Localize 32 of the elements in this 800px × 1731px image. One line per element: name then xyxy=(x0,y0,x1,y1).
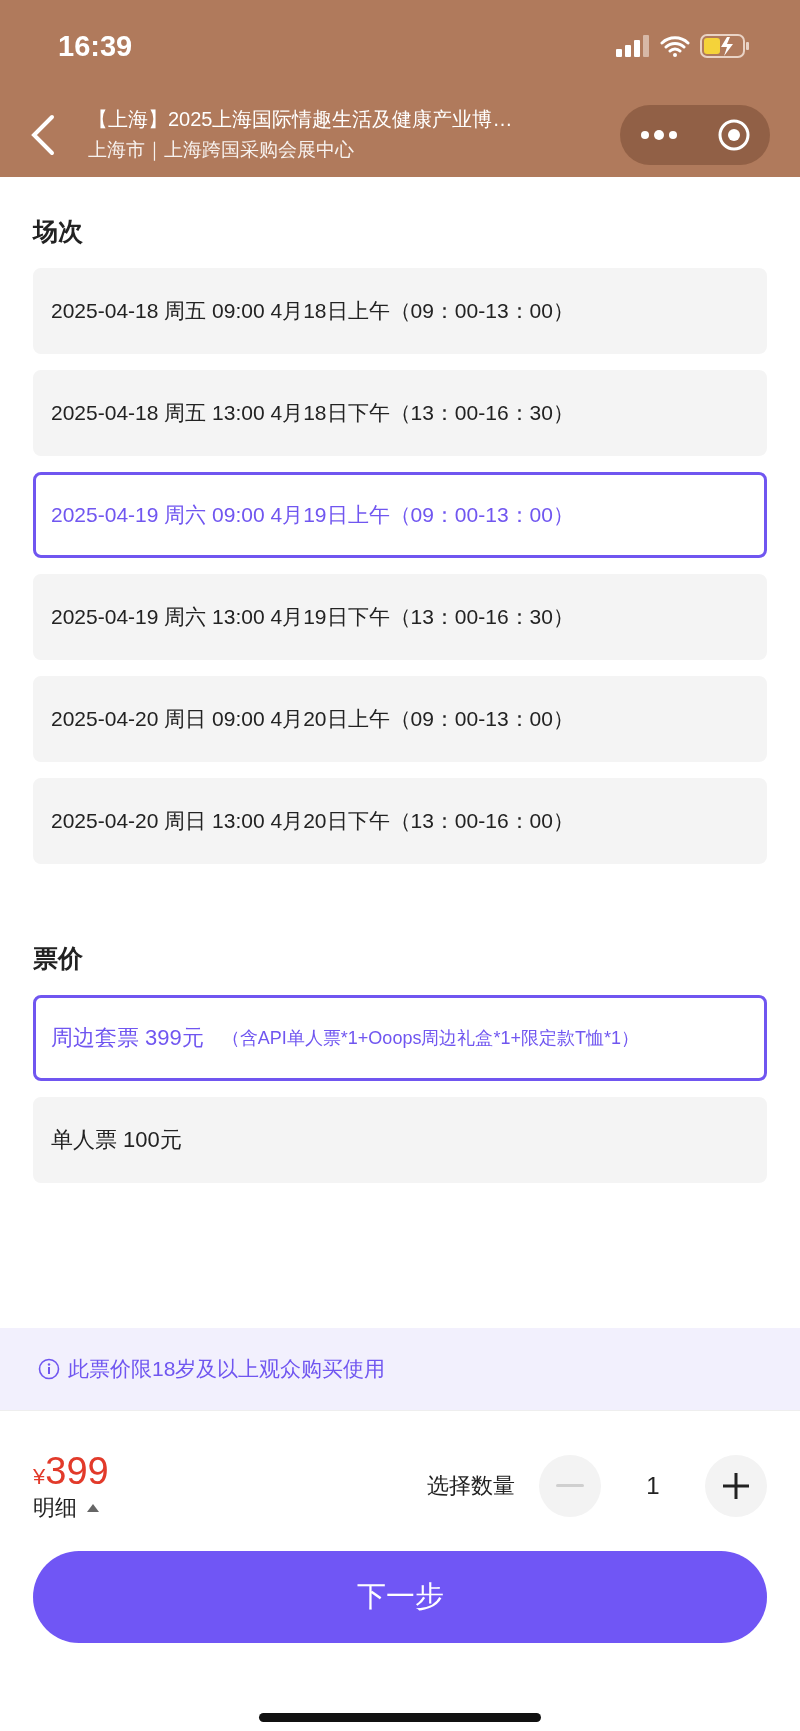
section-heading: 票价 xyxy=(33,943,84,974)
ticket-option[interactable]: 单人票 100元 xyxy=(33,1097,767,1183)
page-title: 【上海】2025上海国际情趣生活及健康产业博… xyxy=(88,107,514,132)
ticket-name: 周边套票 399元 xyxy=(51,1024,204,1052)
quantity-value: 1 xyxy=(645,1472,661,1500)
plus-icon xyxy=(722,1472,750,1500)
session-option[interactable]: 2025-04-20 周日 09:00 4月20日上午（09：00-13：00） xyxy=(33,676,767,762)
ticket-note: （含API单人票*1+Ooops周边礼盒*1+限定款T恤*1） xyxy=(221,1027,639,1050)
notice-text: 此票价限18岁及以上观众购买使用 xyxy=(68,1356,386,1382)
session-option[interactable]: 2025-04-19 周六 09:00 4月19日上午（09：00-13：00） xyxy=(33,472,767,558)
total-price: 399 xyxy=(45,1449,109,1493)
wifi-icon xyxy=(660,35,690,57)
session-option[interactable]: 2025-04-20 周日 13:00 4月20日下午（13：00-16：00） xyxy=(33,778,767,864)
section-heading: 场次 xyxy=(33,216,84,247)
info-icon xyxy=(38,1358,60,1380)
venue-subtitle: 上海市｜上海跨国采购会展中心 xyxy=(88,138,355,163)
battery-icon xyxy=(700,34,750,58)
session-option[interactable]: 2025-04-18 周五 09:00 4月18日上午（09：00-13：00） xyxy=(33,268,767,354)
caret-icon[interactable] xyxy=(87,1503,99,1512)
details-link[interactable]: 明细 xyxy=(33,1492,77,1523)
minus-icon xyxy=(556,1484,584,1488)
quantity-label: 选择数量 xyxy=(427,1472,515,1500)
ticket-name: 单人票 100元 xyxy=(51,1126,182,1154)
close-icon[interactable] xyxy=(717,117,751,152)
next-button[interactable]: 下一步 xyxy=(33,1551,767,1643)
session-option[interactable]: 2025-04-19 周六 13:00 4月19日下午（13：00-16：30） xyxy=(33,574,767,660)
currency-symbol: ¥ xyxy=(33,1463,46,1490)
more-icon[interactable] xyxy=(639,128,679,141)
signal-icon xyxy=(616,35,650,57)
status-time: 16:39 xyxy=(58,29,133,63)
ticket-option[interactable]: 周边套票 399元 （含API单人票*1+Ooops周边礼盒*1+限定款T恤*1） xyxy=(33,995,767,1081)
session-option[interactable]: 2025-04-18 周五 13:00 4月18日下午（13：00-16：30） xyxy=(33,370,767,456)
